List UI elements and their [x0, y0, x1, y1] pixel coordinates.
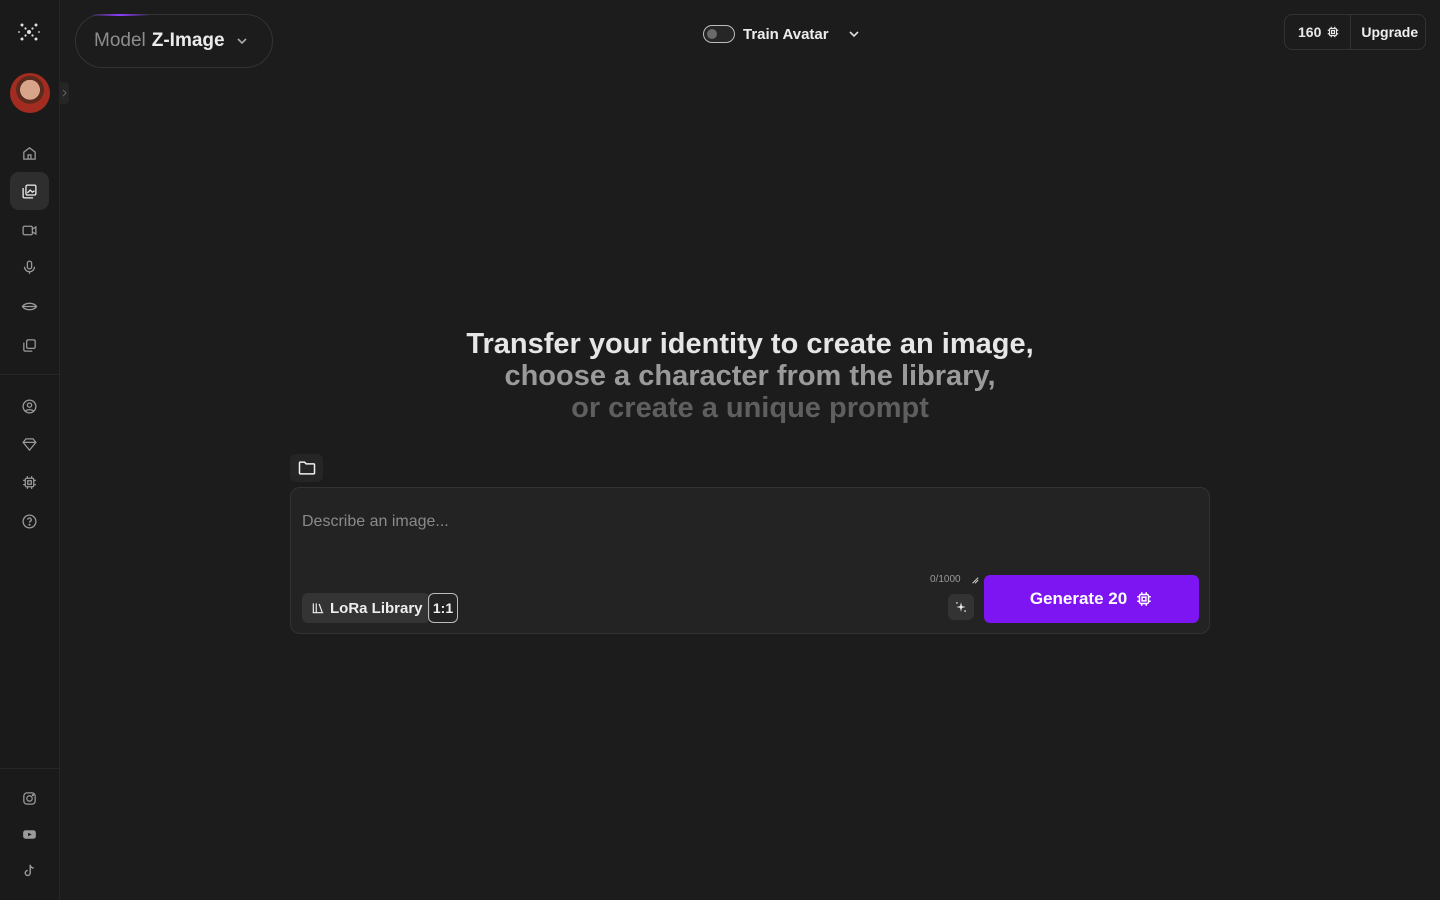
sidebar-item-image[interactable]	[10, 172, 49, 210]
sidebar-item-lipsync[interactable]	[10, 287, 49, 325]
folder-icon	[298, 461, 315, 475]
instagram-icon	[23, 791, 36, 805]
sidebar-divider	[0, 374, 60, 375]
youtube-icon	[23, 829, 36, 839]
prompt-input[interactable]	[302, 502, 1182, 542]
chip-settings-icon	[23, 475, 36, 489]
hero-line-1: Transfer your identity to create an imag…	[466, 328, 1034, 360]
sidebar-item-help[interactable]	[10, 502, 49, 540]
sidebar	[0, 0, 69, 900]
sidebar-item-tiktok[interactable]	[10, 851, 49, 889]
copy-stack-icon	[23, 338, 36, 352]
sidebar-item-video[interactable]	[10, 211, 49, 249]
model-selector[interactable]: Model Z-Image	[75, 14, 273, 68]
sidebar-item-instagram[interactable]	[10, 779, 49, 817]
avatar[interactable]	[10, 73, 50, 113]
sidebar-item-profile[interactable]	[10, 387, 49, 425]
credits-panel: 160 Upgrade	[1284, 14, 1426, 50]
char-counter: 0/1000	[930, 574, 979, 585]
credits-count: 160	[1298, 24, 1322, 40]
chip-credit-icon	[1328, 26, 1339, 38]
generate-button[interactable]: Generate 20	[984, 575, 1199, 623]
home-icon	[23, 146, 36, 160]
video-camera-icon	[22, 225, 37, 235]
credits-balance[interactable]: 160	[1285, 15, 1352, 49]
tiktok-icon	[24, 864, 34, 876]
model-label: Model	[94, 30, 146, 51]
image-gallery-icon	[22, 183, 37, 199]
aspect-ratio-button[interactable]: 1:1	[428, 593, 458, 623]
sidebar-item-premium[interactable]	[10, 425, 49, 463]
help-circle-icon	[22, 513, 37, 529]
lora-library-label: LoRa Library	[330, 599, 423, 617]
lips-icon	[21, 302, 38, 310]
prompt-box: LoRa Library 1:1 0/1000 Generate 20	[290, 487, 1210, 634]
hero-heading: Transfer your identity to create an imag…	[350, 328, 1150, 424]
train-avatar-label: Train Avatar	[743, 25, 829, 43]
sidebar-item-library[interactable]	[10, 326, 49, 364]
lora-library-button[interactable]: LoRa Library	[302, 593, 430, 623]
resize-icon[interactable]	[971, 576, 979, 584]
sidebar-item-youtube[interactable]	[10, 815, 49, 853]
chip-credit-icon	[1137, 592, 1151, 606]
sidebar-divider	[0, 768, 60, 769]
folder-button[interactable]	[290, 454, 323, 482]
sparkle-logo-icon[interactable]	[17, 20, 41, 44]
upgrade-button[interactable]: Upgrade	[1351, 24, 1418, 40]
sparkles-icon	[956, 602, 966, 612]
hero-line-2: choose a character from the library,	[504, 360, 996, 392]
train-avatar-toggle[interactable]	[703, 25, 735, 43]
hero-line-3: or create a unique prompt	[571, 392, 929, 424]
enhance-prompt-button[interactable]	[948, 594, 974, 620]
sidebar-item-home[interactable]	[10, 134, 49, 172]
generate-label: Generate 20	[1029, 589, 1128, 608]
model-value: Z-Image	[151, 30, 225, 51]
library-books-icon	[312, 603, 324, 614]
train-avatar-dropdown[interactable]	[847, 27, 861, 41]
char-count-text: 0/1000	[930, 574, 961, 585]
diamond-icon	[22, 437, 37, 451]
sidebar-expand-handle[interactable]	[59, 82, 69, 104]
microphone-icon	[23, 259, 36, 274]
sidebar-item-voice[interactable]	[10, 248, 49, 286]
chevron-down-icon	[237, 38, 247, 45]
train-avatar-control: Train Avatar	[703, 22, 861, 46]
sidebar-item-credits[interactable]	[10, 463, 49, 501]
user-circle-icon	[22, 398, 37, 414]
